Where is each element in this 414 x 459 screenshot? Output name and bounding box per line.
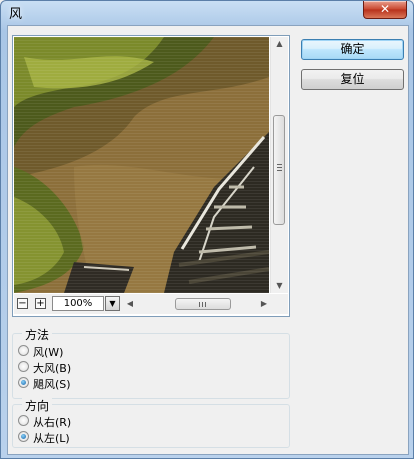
- radio-indicator: [18, 361, 29, 372]
- method-group-title: 方法: [22, 326, 53, 343]
- wind-preview-picture: [14, 37, 269, 293]
- zoom-in-button[interactable]: +: [35, 298, 46, 309]
- radio-label: 从右(R): [33, 416, 72, 429]
- direction-group: 方向 从右(R) 从左(L): [12, 397, 290, 448]
- method-group: 方法 风(W) 大风(B) 飓风(S): [12, 326, 290, 399]
- chevron-down-icon: ▼: [109, 299, 116, 308]
- zoom-out-button[interactable]: −: [17, 298, 28, 309]
- close-icon: ✕: [379, 2, 391, 16]
- vertical-scroll-thumb[interactable]: [273, 115, 285, 225]
- radio-indicator: [18, 345, 29, 356]
- scroll-right-arrow-icon[interactable]: ▶: [258, 297, 270, 311]
- scroll-up-arrow-icon[interactable]: ▲: [271, 37, 288, 51]
- radio-label: 大风(B): [33, 362, 72, 375]
- plus-icon: +: [36, 298, 45, 309]
- preview-horizontal-scrollbar[interactable]: ◀ ▶: [124, 297, 270, 311]
- grip-icon: [199, 302, 208, 307]
- window-title: 风: [9, 7, 23, 22]
- ok-button[interactable]: 确定: [301, 39, 404, 60]
- preview-image[interactable]: [14, 37, 269, 293]
- grip-icon: [277, 164, 282, 173]
- radio-label: 从左(L): [33, 432, 70, 445]
- preview-panel: ▲ ▼ − + 100% ▼ ◀ ▶: [12, 35, 290, 317]
- zoom-level-field[interactable]: 100%: [52, 296, 104, 311]
- preview-vertical-scrollbar[interactable]: ▲ ▼: [270, 37, 288, 293]
- radio-label: 飓风(S): [33, 378, 71, 391]
- close-button[interactable]: ✕: [363, 1, 407, 19]
- direction-group-title: 方向: [22, 397, 53, 414]
- radio-label: 风(W): [33, 346, 64, 359]
- horizontal-scroll-thumb[interactable]: [175, 298, 231, 310]
- dialog-client-area: ▲ ▼ − + 100% ▼ ◀ ▶ 确定 复位 方法 风(W) 大风(B) 飓…: [7, 25, 409, 455]
- radio-indicator: [18, 415, 29, 426]
- scroll-down-arrow-icon[interactable]: ▼: [271, 279, 288, 293]
- preview-zoom-bar: − + 100% ▼ ◀ ▶: [14, 294, 288, 314]
- wind-filter-dialog: 风 ✕ ▲ ▼ − + 100% ▼ ◀ ▶ 确定 复位 方法 风(W) 大风(…: [0, 0, 414, 459]
- reset-button[interactable]: 复位: [301, 69, 404, 90]
- title-bar[interactable]: 风 ✕: [1, 1, 413, 23]
- radio-indicator-selected: [18, 377, 29, 388]
- scroll-left-arrow-icon[interactable]: ◀: [124, 297, 136, 311]
- minus-icon: −: [18, 298, 27, 309]
- zoom-dropdown-button[interactable]: ▼: [105, 296, 120, 311]
- radio-indicator-selected: [18, 431, 29, 442]
